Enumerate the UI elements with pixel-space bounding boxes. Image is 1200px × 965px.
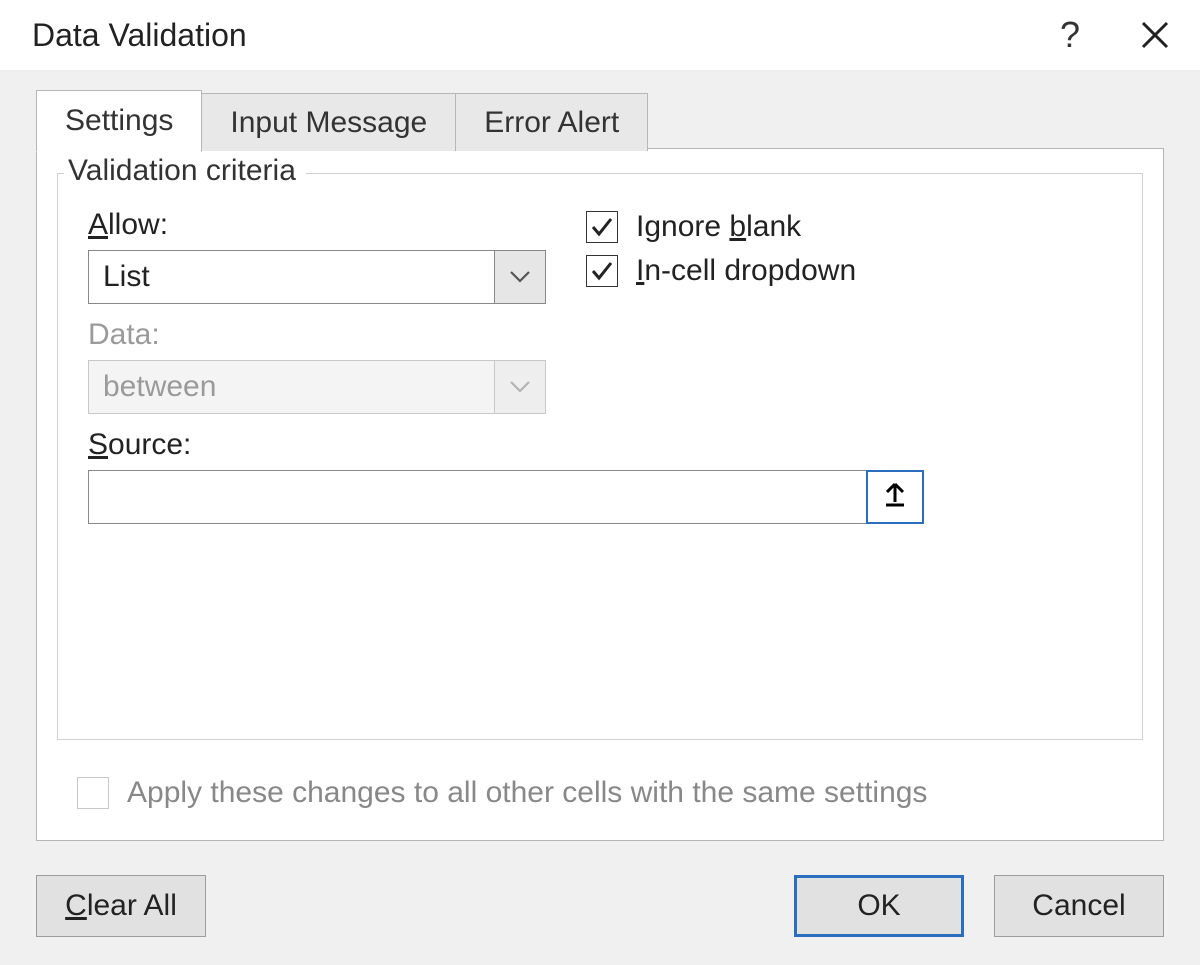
arrow-up-icon bbox=[882, 480, 908, 515]
data-combo-value: between bbox=[89, 361, 494, 413]
ignore-blank-label: Ignore blank bbox=[636, 210, 801, 244]
tab-row: Settings Input Message Error Alert bbox=[36, 90, 1164, 151]
close-button[interactable] bbox=[1140, 20, 1170, 50]
apply-all-label: Apply these changes to all other cells w… bbox=[127, 776, 927, 810]
tab-settings[interactable]: Settings bbox=[36, 90, 202, 152]
apply-all-checkbox: Apply these changes to all other cells w… bbox=[77, 776, 927, 810]
help-button[interactable]: ? bbox=[1060, 14, 1080, 56]
allow-combo[interactable]: List bbox=[88, 250, 546, 304]
tab-input-message[interactable]: Input Message bbox=[201, 93, 456, 151]
incell-dropdown-checkbox[interactable]: In-cell dropdown bbox=[586, 254, 856, 288]
ignore-blank-checkbox[interactable]: Ignore blank bbox=[586, 210, 856, 244]
validation-criteria-fieldset: Validation criteria Allow: List bbox=[57, 173, 1143, 740]
tab-error-alert[interactable]: Error Alert bbox=[455, 93, 648, 151]
source-input[interactable] bbox=[88, 470, 866, 524]
chevron-down-icon[interactable] bbox=[494, 251, 545, 303]
checkbox-box bbox=[586, 255, 618, 287]
allow-combo-value: List bbox=[89, 251, 494, 303]
checkbox-box bbox=[586, 211, 618, 243]
cancel-button[interactable]: Cancel bbox=[994, 875, 1164, 937]
ok-button[interactable]: OK bbox=[794, 875, 964, 937]
clear-all-button[interactable]: Clear All bbox=[36, 875, 206, 937]
chevron-down-icon bbox=[494, 361, 545, 413]
checkbox-box bbox=[77, 777, 109, 809]
source-label: Source: bbox=[88, 428, 1112, 462]
check-icon bbox=[590, 259, 614, 283]
data-combo: between bbox=[88, 360, 546, 414]
dialog-button-row: Clear All OK Cancel bbox=[36, 875, 1164, 937]
range-selector-button[interactable] bbox=[866, 470, 924, 524]
incell-dropdown-label: In-cell dropdown bbox=[636, 254, 856, 288]
data-label: Data: bbox=[88, 318, 1112, 352]
fieldset-legend: Validation criteria bbox=[64, 154, 306, 188]
titlebar: Data Validation ? bbox=[0, 0, 1200, 70]
settings-panel: Validation criteria Allow: List bbox=[36, 148, 1164, 841]
data-validation-dialog: Data Validation ? Settings Input Message… bbox=[0, 0, 1200, 965]
titlebar-buttons: ? bbox=[1060, 14, 1170, 56]
dialog-title: Data Validation bbox=[32, 17, 247, 54]
check-icon bbox=[590, 215, 614, 239]
